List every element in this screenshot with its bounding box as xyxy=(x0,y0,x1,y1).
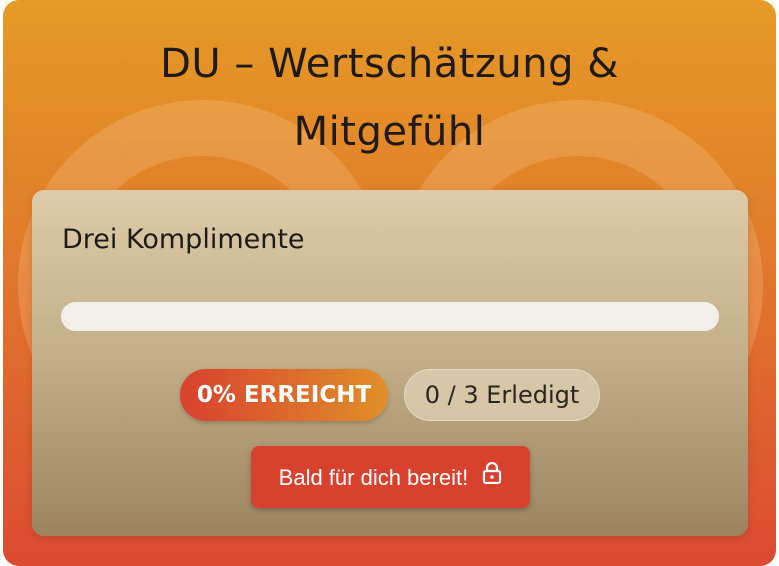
lock-icon xyxy=(482,446,502,508)
page-title: DU – Wertschätzung & Mitgefühl xyxy=(3,30,776,166)
percent-badge: 0% ERREICHT xyxy=(180,369,388,421)
page-title-line-1: DU – Wertschätzung & xyxy=(160,41,619,87)
completed-count-badge: 0 / 3 Erledigt xyxy=(404,369,600,421)
task-panel: Drei Komplimente 0% ERREICHT 0 / 3 Erled… xyxy=(32,190,748,536)
page-title-line-2: Mitgefühl xyxy=(293,109,486,155)
coming-soon-button[interactable]: Bald für dich bereit! xyxy=(251,446,530,508)
progress-bar xyxy=(61,302,719,331)
challenge-card: DU – Wertschätzung & Mitgefühl Drei Komp… xyxy=(3,0,776,566)
task-title: Drei Komplimente xyxy=(62,224,305,255)
coming-soon-button-label: Bald für dich bereit! xyxy=(278,465,469,491)
